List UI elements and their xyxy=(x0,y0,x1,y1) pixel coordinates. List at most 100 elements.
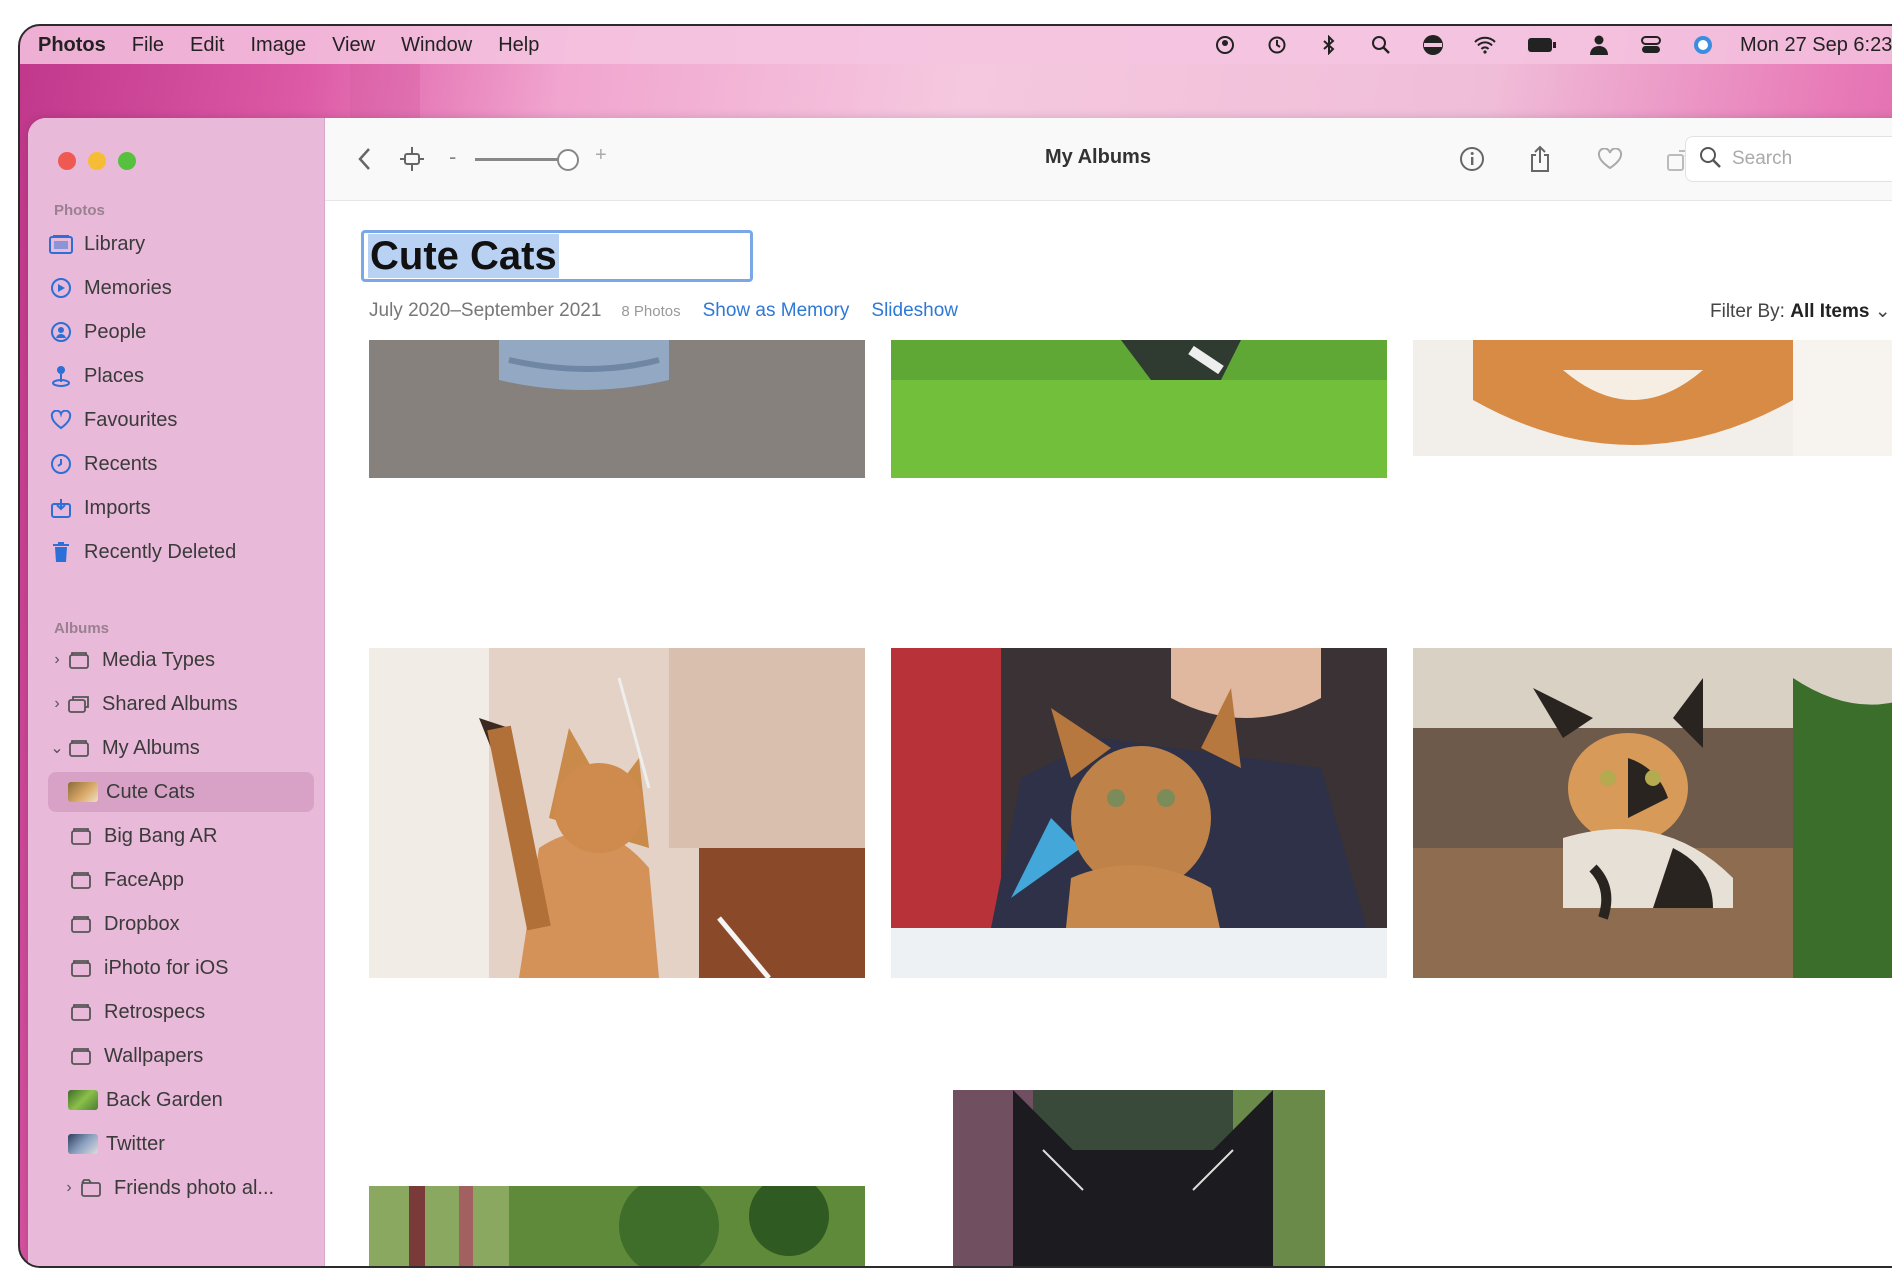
sidebar-item-label: Media Types xyxy=(102,648,216,671)
close-window-button[interactable] xyxy=(58,152,76,170)
zoom-slider[interactable] xyxy=(475,158,565,161)
album-title-text[interactable]: Cute Cats xyxy=(368,234,559,278)
menu-window[interactable]: Window xyxy=(401,34,472,57)
chevron-down-icon[interactable]: ⌄ xyxy=(48,738,66,758)
people-icon xyxy=(48,319,74,345)
wifi-icon[interactable] xyxy=(1474,34,1496,56)
spotlight-search-icon[interactable] xyxy=(1370,34,1392,56)
sidebar-item-shared-albums[interactable]: › Shared Albums xyxy=(48,684,314,724)
sidebar-item-label: Back Garden xyxy=(106,1088,223,1111)
slideshow-link[interactable]: Slideshow xyxy=(871,300,958,322)
photo-thumbnail[interactable] xyxy=(1413,340,1892,456)
photo-thumbnail[interactable] xyxy=(369,1186,865,1266)
account-icon[interactable] xyxy=(1214,34,1236,56)
filter-dropdown[interactable]: Filter By: All Items ⌄ xyxy=(1710,300,1891,323)
sidebar-item-faceapp[interactable]: FaceApp xyxy=(48,860,314,900)
search-field[interactable] xyxy=(1685,136,1892,182)
info-icon[interactable] xyxy=(1455,142,1489,176)
photo-thumbnail[interactable] xyxy=(369,648,865,978)
folder-icon xyxy=(66,647,92,673)
sidebar-item-iphoto-for-ios[interactable]: iPhoto for iOS xyxy=(48,948,314,988)
sidebar-item-label: Big Bang AR xyxy=(104,824,218,847)
minimize-window-button[interactable] xyxy=(88,152,106,170)
menu-bar: Photos File Edit Image View Window Help xyxy=(20,26,1892,64)
control-center-icon[interactable] xyxy=(1640,34,1662,56)
sidebar-item-friends-photo-albums[interactable]: › Friends photo al... xyxy=(48,1168,314,1208)
zoom-slider-knob[interactable] xyxy=(557,149,579,171)
sidebar-item-dropbox[interactable]: Dropbox xyxy=(48,904,314,944)
back-button[interactable] xyxy=(347,142,381,176)
shared-album-icon xyxy=(66,691,92,717)
photo-thumbnail[interactable] xyxy=(369,340,865,478)
toolbar: - + My Albums xyxy=(325,118,1892,201)
sidebar-item-twitter[interactable]: Twitter xyxy=(48,1124,314,1164)
album-info-line: July 2020–September 2021 8 Photos Show a… xyxy=(369,300,958,322)
sidebar-item-recently-deleted[interactable]: Recently Deleted xyxy=(48,532,314,572)
sidebar-item-label: Library xyxy=(84,232,146,255)
bluetooth-icon[interactable] xyxy=(1318,34,1340,56)
folder-icon xyxy=(78,1175,104,1201)
album-thumbnail-icon xyxy=(68,1134,98,1154)
photo-thumbnail[interactable] xyxy=(953,1090,1325,1266)
sidebar-item-retrospecs[interactable]: Retrospecs xyxy=(48,992,314,1032)
menu-photos[interactable]: Photos xyxy=(38,34,106,57)
library-icon xyxy=(48,231,74,257)
status-area: Mon 27 Sep 6:23 xyxy=(1184,26,1892,64)
chevron-right-icon[interactable]: › xyxy=(48,651,66,669)
album-title-field[interactable]: Cute Cats xyxy=(361,230,753,282)
zoom-window-button[interactable] xyxy=(118,152,136,170)
sidebar-item-label: People xyxy=(84,320,147,343)
zoom-in-icon[interactable]: + xyxy=(595,144,607,167)
sidebar-item-big-bang-ar[interactable]: Big Bang AR xyxy=(48,816,314,856)
sidebar-item-back-garden[interactable]: Back Garden xyxy=(48,1080,314,1120)
photo-thumbnail[interactable] xyxy=(1413,648,1892,978)
sidebar-item-media-types[interactable]: › Media Types xyxy=(48,640,314,680)
sidebar-item-places[interactable]: Places xyxy=(48,356,314,396)
photo-thumbnail[interactable] xyxy=(891,340,1387,478)
sidebar-item-label: Favourites xyxy=(84,408,178,431)
chevron-right-icon[interactable]: › xyxy=(48,695,66,713)
filter-value: All Items xyxy=(1790,301,1870,322)
album-thumbnail-icon xyxy=(68,782,98,802)
chevron-down-icon: ⌄ xyxy=(1874,301,1891,322)
sidebar-item-library[interactable]: Library xyxy=(48,224,314,264)
sidebar-item-label: Cute Cats xyxy=(106,780,195,803)
chevron-right-icon[interactable]: › xyxy=(60,1179,78,1197)
share-icon[interactable] xyxy=(1523,142,1557,176)
search-icon xyxy=(1698,145,1722,174)
menu-clock[interactable]: Mon 27 Sep 6:23 xyxy=(1740,34,1892,57)
sidebar-item-people[interactable]: People xyxy=(48,312,314,352)
sidebar-item-wallpapers[interactable]: Wallpapers xyxy=(48,1036,314,1076)
menu-image[interactable]: Image xyxy=(250,34,306,57)
sidebar-item-label: Memories xyxy=(84,276,172,299)
heart-icon xyxy=(48,407,74,433)
sidebar-item-label: Dropbox xyxy=(104,912,180,935)
photo-thumbnail[interactable] xyxy=(891,648,1387,978)
trash-icon xyxy=(48,539,74,565)
sidebar-item-cute-cats[interactable]: Cute Cats xyxy=(48,772,314,812)
sidebar-item-memories[interactable]: Memories xyxy=(48,268,314,308)
menu-help[interactable]: Help xyxy=(498,34,539,57)
menu-edit[interactable]: Edit xyxy=(190,34,224,57)
menu-view[interactable]: View xyxy=(332,34,375,57)
time-machine-icon[interactable] xyxy=(1266,34,1288,56)
sidebar-item-label: Shared Albums xyxy=(102,692,238,715)
zoom-out-icon[interactable]: - xyxy=(449,144,456,170)
menu-file[interactable]: File xyxy=(132,34,164,57)
favourite-heart-icon[interactable] xyxy=(1593,142,1627,176)
siri-icon[interactable] xyxy=(1692,34,1714,56)
sidebar-item-label: Imports xyxy=(84,496,151,519)
sidebar-item-recents[interactable]: Recents xyxy=(48,444,314,484)
sidebar-item-imports[interactable]: Imports xyxy=(48,488,314,528)
albums-section-header: Albums xyxy=(54,620,110,637)
sidebar-item-favourites[interactable]: Favourites xyxy=(48,400,314,440)
sidebar-item-my-albums[interactable]: ⌄ My Albums xyxy=(48,728,314,768)
search-input[interactable] xyxy=(1730,147,1892,171)
user-icon[interactable] xyxy=(1588,34,1610,56)
sidebar-item-label: iPhoto for iOS xyxy=(104,956,229,979)
show-as-memory-link[interactable]: Show as Memory xyxy=(703,300,850,322)
battery-icon[interactable] xyxy=(1526,34,1558,56)
slideshow-crop-icon[interactable] xyxy=(395,142,429,176)
filter-label: Filter By: xyxy=(1710,301,1785,322)
vpn-icon[interactable] xyxy=(1422,34,1444,56)
